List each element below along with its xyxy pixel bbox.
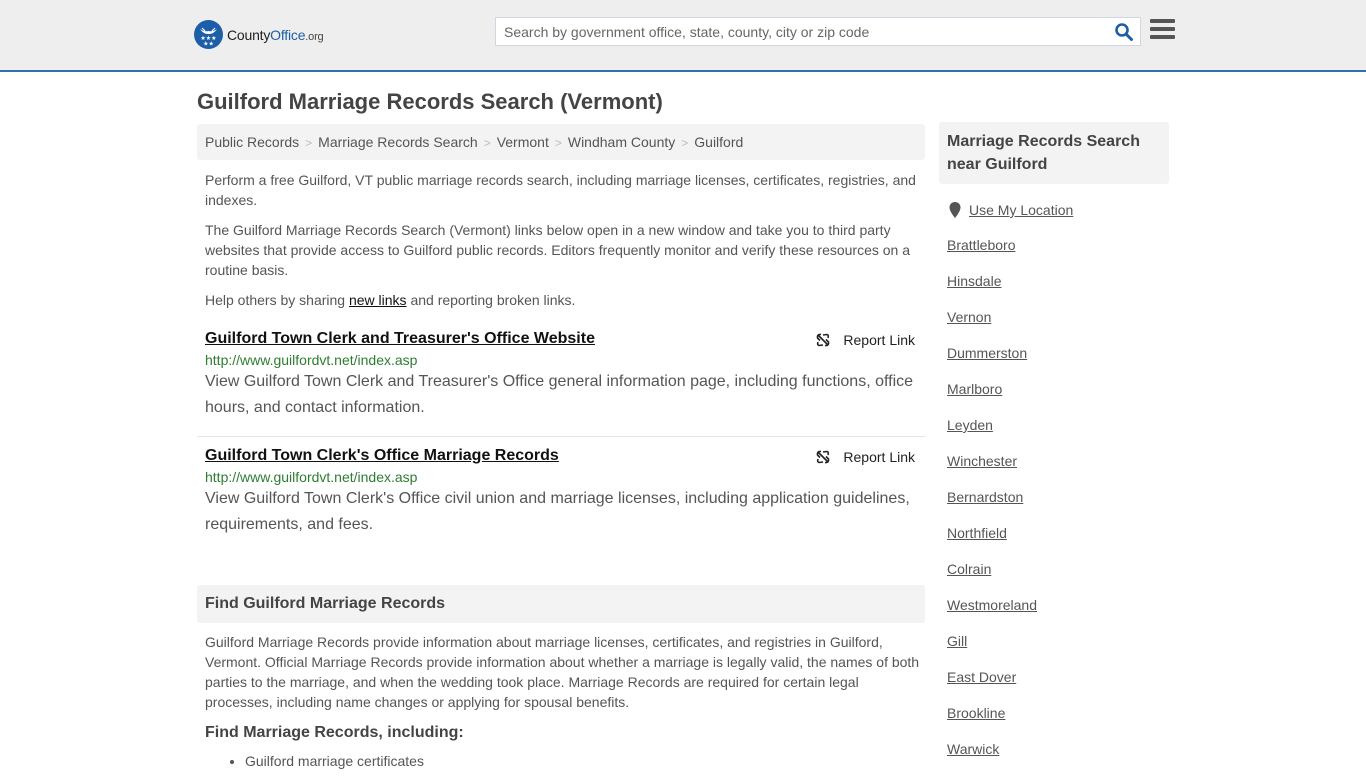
report-link-button[interactable]: Report Link (815, 449, 915, 465)
intro-text: Help others by sharing (205, 292, 349, 308)
entry-divider (197, 436, 925, 437)
nearby-link[interactable]: East Dover (947, 669, 1037, 705)
resource-description: View Guilford Town Clerk and Treasurer's… (205, 373, 914, 416)
nearby-link[interactable]: Hinsdale (947, 273, 1037, 309)
nearby-link[interactable]: Brookline (947, 705, 1037, 741)
report-link-label: Report Link (843, 332, 915, 348)
search-box (495, 17, 1141, 46)
find-records-body: Guilford Marriage Records provide inform… (205, 634, 920, 710)
intro-text: and reporting broken links. (406, 292, 576, 308)
nearby-link[interactable]: Northfield (947, 525, 1037, 561)
intro-paragraph-1: Perform a free Guilford, VT public marri… (205, 172, 916, 208)
nearby-link[interactable]: Gill (947, 633, 1037, 669)
breadcrumb-separator: > (554, 136, 562, 150)
find-records-heading: Find Guilford Marriage Records (197, 585, 925, 623)
nearby-link[interactable]: Bernardston (947, 489, 1037, 525)
resource-description: View Guilford Town Clerk's Office civil … (205, 490, 910, 533)
resource-title-link[interactable]: Guilford Town Clerk and Treasurer's Offi… (205, 330, 595, 347)
page-title: Guilford Marriage Records Search (Vermon… (197, 89, 663, 114)
hamburger-menu-icon[interactable] (1150, 19, 1175, 41)
nearby-link[interactable]: Leyden (947, 417, 1037, 453)
map-marker-icon (949, 202, 961, 218)
site-logo[interactable]: ★★★ ★★ CountyOffice.org (194, 20, 324, 49)
breadcrumb-public-records[interactable]: Public Records (205, 134, 299, 150)
nearby-link[interactable]: Westmoreland (947, 597, 1037, 633)
nearby-link[interactable]: Colrain (947, 561, 1037, 597)
find-records-list: Guilford marriage certificates (245, 753, 424, 769)
resource-url: http://www.guilfordvt.net/index.asp (205, 469, 418, 485)
broken-link-icon (817, 450, 830, 464)
breadcrumb-separator: > (305, 136, 313, 150)
breadcrumb-windham-county[interactable]: Windham County (568, 134, 675, 150)
nearby-link[interactable]: Dummerston (947, 345, 1037, 381)
intro-paragraph-2: The Guilford Marriage Records Search (Ve… (205, 222, 911, 278)
site-header: ★★★ ★★ CountyOffice.org (0, 0, 1366, 72)
new-links-link[interactable]: new links (349, 292, 407, 308)
resource-title-link[interactable]: Guilford Town Clerk's Office Marriage Re… (205, 447, 559, 464)
breadcrumb-guilford[interactable]: Guilford (694, 134, 743, 150)
nearby-link[interactable]: Vernon (947, 309, 1037, 345)
eagle-stars-icon: ★★★ ★★ (194, 20, 223, 49)
list-item: Guilford marriage certificates (245, 753, 424, 769)
sidebar-heading: Marriage Records Search near Guilford (939, 122, 1169, 184)
use-location: Use My Location (949, 202, 1073, 218)
nearby-list: Brattleboro Hinsdale Vernon Dummerston M… (947, 237, 1037, 777)
report-link-label: Report Link (843, 449, 915, 465)
nearby-link[interactable]: Brattleboro (947, 237, 1037, 273)
broken-link-icon (817, 333, 830, 347)
search-input[interactable] (496, 18, 1106, 45)
find-records-subheading: Find Marriage Records, including: (205, 724, 464, 741)
report-link-button[interactable]: Report Link (815, 332, 915, 348)
breadcrumb-separator: > (681, 136, 689, 150)
intro-paragraph-3: Help others by sharing new links and rep… (205, 290, 920, 310)
nearby-link[interactable]: Marlboro (947, 381, 1037, 417)
breadcrumb-marriage-records-search[interactable]: Marriage Records Search (318, 134, 478, 150)
resource-entry: Guilford Town Clerk and Treasurer's Offi… (197, 330, 925, 421)
logo-text: CountyOffice.org (227, 26, 324, 43)
breadcrumb: Public Records > Marriage Records Search > V… (197, 124, 925, 160)
use-my-location-link[interactable]: Use My Location (969, 202, 1073, 218)
search-icon[interactable] (1114, 22, 1134, 42)
resource-url: http://www.guilfordvt.net/index.asp (205, 352, 418, 368)
breadcrumb-separator: > (483, 136, 491, 150)
nearby-link[interactable]: Winchester (947, 453, 1037, 489)
breadcrumb-vermont[interactable]: Vermont (497, 134, 549, 150)
nearby-link[interactable]: Warwick (947, 741, 1037, 777)
svg-text:★★: ★★ (203, 41, 214, 48)
resource-entry: Guilford Town Clerk's Office Marriage Re… (197, 447, 925, 538)
